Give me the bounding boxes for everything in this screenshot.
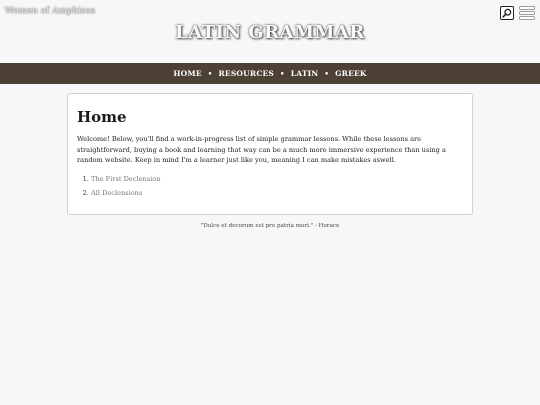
site-name[interactable]: Women of Amphissa bbox=[5, 6, 96, 16]
main-nav: HOME • RESOURCES • LATIN • GREEK bbox=[0, 63, 540, 84]
nav-separator: • bbox=[280, 69, 285, 78]
lesson-link-all-declensions[interactable]: All Declensions bbox=[91, 189, 142, 197]
nav-separator: • bbox=[207, 69, 213, 78]
page-title: LATIN GRAMMAR bbox=[175, 22, 365, 43]
header-actions bbox=[500, 6, 534, 20]
hamburger-menu-icon[interactable] bbox=[520, 7, 534, 19]
content-card: Home Welcome! Below, you'll find a work-… bbox=[67, 93, 473, 215]
nav-item-home[interactable]: HOME bbox=[173, 69, 201, 78]
lesson-list: The First Declension All Declensions bbox=[77, 175, 463, 197]
footer-quote: "Dulce et decorum est pro patria mori." … bbox=[200, 223, 340, 229]
nav-item-latin[interactable]: LATIN bbox=[291, 69, 319, 78]
search-icon bbox=[502, 8, 512, 18]
menu-line bbox=[520, 12, 534, 14]
nav-separator: • bbox=[324, 69, 330, 78]
list-item: All Declensions bbox=[91, 189, 463, 197]
list-item: The First Declension bbox=[91, 175, 463, 183]
nav-item-resources[interactable]: RESOURCES bbox=[218, 69, 274, 78]
menu-line bbox=[520, 7, 534, 9]
intro-text: Welcome! Below, you'll find a work-in-pr… bbox=[77, 135, 446, 165]
lesson-link-first-declension[interactable]: The First Declension bbox=[91, 175, 160, 183]
nav-item-greek[interactable]: GREEK bbox=[335, 69, 367, 78]
section-heading: Home bbox=[77, 108, 127, 126]
menu-line bbox=[520, 17, 534, 19]
search-button[interactable] bbox=[500, 6, 514, 20]
